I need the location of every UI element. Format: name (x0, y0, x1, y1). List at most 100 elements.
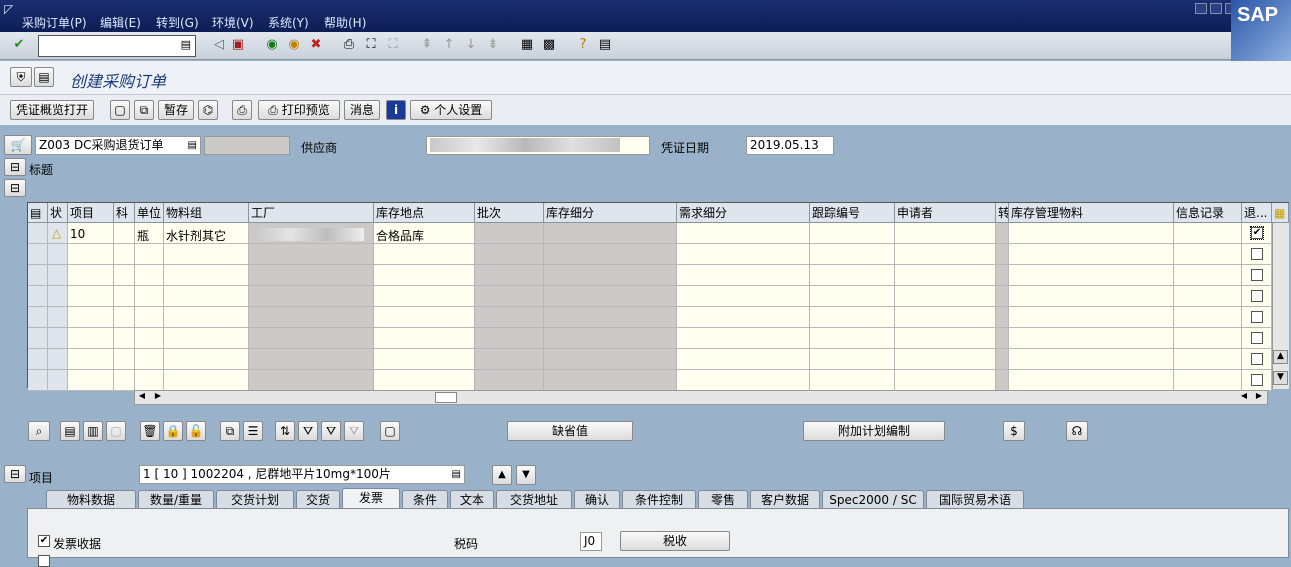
col-status[interactable]: 状 (48, 203, 68, 223)
grid-cell[interactable] (374, 244, 475, 265)
grid-cell[interactable] (475, 286, 544, 307)
headset-icon[interactable]: ☊ (1066, 421, 1088, 441)
returns-checkbox[interactable] (1251, 332, 1263, 344)
doc-type-field[interactable]: Z003 DC采购退货订单 ▤ (35, 136, 201, 155)
grid-cell[interactable] (48, 307, 68, 328)
find-next-icon[interactable]: ⛶ (384, 36, 402, 54)
grid-cell[interactable] (135, 286, 164, 307)
grid-cell[interactable] (48, 265, 68, 286)
grid-cell[interactable] (1242, 370, 1272, 391)
grid-cell[interactable] (135, 328, 164, 349)
col-plant[interactable]: 工厂 (249, 203, 374, 223)
grid-cell[interactable] (677, 307, 810, 328)
grid-cell[interactable] (1009, 265, 1174, 286)
col-info-record[interactable]: 信息记录 (1174, 203, 1242, 223)
grid-cell[interactable] (895, 286, 996, 307)
row-selector[interactable] (28, 307, 48, 328)
grid-cell[interactable] (374, 286, 475, 307)
details-icon[interactable]: ⌕ (28, 421, 50, 441)
print-icon[interactable]: ⎙ (340, 36, 358, 54)
back-icon[interactable]: ◉ (263, 36, 281, 54)
grid-cell[interactable] (475, 349, 544, 370)
grid-cell[interactable] (164, 370, 249, 391)
grid-cell[interactable] (677, 328, 810, 349)
row-selector[interactable] (28, 223, 48, 244)
returns-checkbox[interactable] (1251, 374, 1263, 386)
grid-cell[interactable] (544, 286, 677, 307)
item-selector-field[interactable]: 1 [ 10 ] 1002204 , 尼群地平片10mg*100片 ▤ (139, 465, 465, 484)
grid-cell[interactable] (114, 307, 135, 328)
grid-cell[interactable] (1009, 244, 1174, 265)
copy-icon[interactable]: ⧉ (220, 421, 240, 441)
grid-cell[interactable] (996, 307, 1009, 328)
grid-cell[interactable] (895, 244, 996, 265)
next-page-icon[interactable]: ↓ (462, 36, 480, 54)
back-small-icon[interactable]: ◁ (210, 36, 228, 54)
grid-cell[interactable] (68, 370, 114, 391)
grid-cell[interactable] (996, 223, 1009, 244)
grid-cell[interactable] (810, 307, 895, 328)
tab-13[interactable]: 国际贸易术语 (926, 490, 1024, 509)
menu-help[interactable]: 帮助(H) (324, 14, 366, 31)
grid-cell[interactable] (164, 328, 249, 349)
collapse-item-icon[interactable]: ⊟ (4, 465, 26, 483)
grid-cell[interactable] (374, 307, 475, 328)
grid-cell[interactable] (48, 370, 68, 391)
col-stock-mgmt-material[interactable]: 库存管理物料 (1009, 203, 1174, 223)
grid-cell[interactable] (135, 370, 164, 391)
document-overview-button[interactable]: 凭证概览打开 (10, 100, 94, 120)
grid-cell[interactable] (114, 244, 135, 265)
grid-cell[interactable] (249, 244, 374, 265)
insert-row-icon[interactable]: ☰ (243, 421, 263, 441)
tab-0[interactable]: 物料数据 (46, 490, 136, 509)
grid-cell[interactable] (68, 265, 114, 286)
grid-cell[interactable] (114, 370, 135, 391)
grid-cell[interactable] (374, 265, 475, 286)
grid-cell[interactable] (996, 349, 1009, 370)
menu-purchase-order[interactable]: 采购订单(P) (22, 14, 87, 31)
grid-cell[interactable] (135, 265, 164, 286)
grid-cell[interactable] (68, 349, 114, 370)
tab-1[interactable]: 数量/重量 (138, 490, 214, 509)
pricing-icon[interactable]: $ (1003, 421, 1025, 441)
grid-cell[interactable] (475, 328, 544, 349)
grid-cell[interactable] (114, 286, 135, 307)
menu-edit[interactable]: 编辑(E) (100, 14, 141, 31)
tab-3[interactable]: 交货 (296, 490, 340, 509)
grid-cell[interactable] (1174, 265, 1242, 286)
grid-cell[interactable] (374, 370, 475, 391)
doc-date-field[interactable]: 2019.05.13 (746, 136, 834, 155)
scroll-thumb[interactable] (435, 392, 457, 403)
grid-cell[interactable] (164, 265, 249, 286)
grid-cell[interactable] (48, 286, 68, 307)
returns-checkbox[interactable] (1251, 269, 1263, 281)
tab-5[interactable]: 条件 (402, 490, 448, 509)
grid-cell[interactable] (996, 244, 1009, 265)
tab-12[interactable]: Spec2000 / SC (822, 490, 924, 509)
delete-icon[interactable]: 🗑 (140, 421, 160, 441)
doc-icon[interactable]: ▢ (380, 421, 400, 441)
find-icon[interactable]: ⛶ (362, 36, 380, 54)
grid-cell[interactable] (544, 244, 677, 265)
grid-cell[interactable] (114, 328, 135, 349)
second-checkbox[interactable] (38, 555, 50, 567)
first-page-icon[interactable]: ⇞ (418, 36, 436, 54)
tab-8[interactable]: 确认 (574, 490, 620, 509)
other-doc-icon[interactable]: ⧉ (134, 100, 154, 120)
grid-cell[interactable] (1009, 328, 1174, 349)
grid-cell[interactable] (164, 286, 249, 307)
grid-cell[interactable] (48, 349, 68, 370)
grid-cell[interactable] (249, 307, 374, 328)
grid-cell[interactable] (68, 286, 114, 307)
new-doc-icon[interactable]: ▢ (110, 100, 130, 120)
grid-cell[interactable] (810, 265, 895, 286)
prev-item-icon[interactable]: ▲ (492, 465, 512, 485)
grid-cell[interactable] (114, 349, 135, 370)
other-po-icon[interactable]: ⛨ (10, 67, 32, 87)
col-returns[interactable]: 退... (1242, 203, 1272, 223)
cart-icon[interactable]: 🛒 (4, 135, 32, 155)
column-layout-icon[interactable]: ▦ (1272, 203, 1289, 223)
expand-header-icon[interactable]: ⊟ (4, 158, 26, 176)
grid-cell[interactable] (895, 223, 996, 244)
col-account[interactable]: 科 (114, 203, 135, 223)
